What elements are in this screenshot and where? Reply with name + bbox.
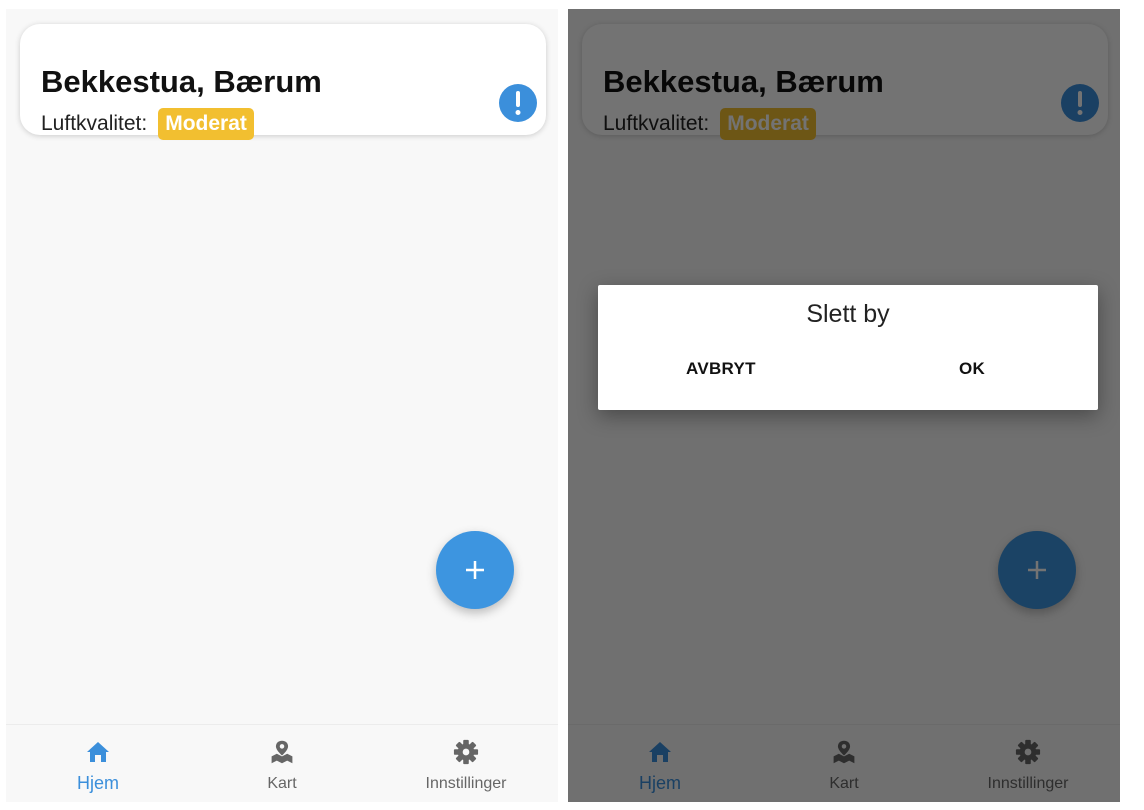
air-quality-row: Luftkvalitet: Moderat: [41, 107, 254, 141]
plus-icon: [466, 561, 484, 579]
exclamation-icon: [515, 91, 521, 115]
info-button[interactable]: [499, 84, 537, 122]
home-screen: Bekkestua, Bærum Luftkvalitet: Moderat H…: [6, 9, 558, 802]
nav-label-map: Kart: [267, 775, 297, 792]
cancel-button[interactable]: AVBRYT: [686, 359, 756, 379]
add-city-button[interactable]: [436, 531, 514, 609]
nav-label-settings: Innstillinger: [425, 775, 507, 792]
bottom-nav: Hjem Kart: [6, 724, 558, 802]
city-name: Bekkestua, Bærum: [41, 64, 322, 99]
delete-city-dialog: Slett by AVBRYT OK: [598, 285, 1098, 410]
map-pin-icon: [271, 740, 293, 764]
dialog-title: Slett by: [806, 300, 890, 328]
nav-label-home: Hjem: [76, 773, 119, 793]
air-quality-badge: Moderat: [158, 108, 254, 140]
gear-icon: [453, 739, 479, 765]
ok-button[interactable]: OK: [959, 359, 985, 379]
home-screen-dialog: Bekkestua, Bærum Luftkvalitet: Moderat H…: [568, 9, 1120, 802]
city-card[interactable]: Bekkestua, Bærum Luftkvalitet: Moderat: [20, 24, 546, 140]
nav-item-map[interactable]: Kart: [190, 725, 374, 802]
nav-item-settings[interactable]: Innstillinger: [374, 725, 558, 802]
air-quality-label: Luftkvalitet:: [41, 112, 148, 135]
nav-item-home[interactable]: Hjem: [6, 725, 190, 802]
home-icon: [87, 742, 109, 762]
